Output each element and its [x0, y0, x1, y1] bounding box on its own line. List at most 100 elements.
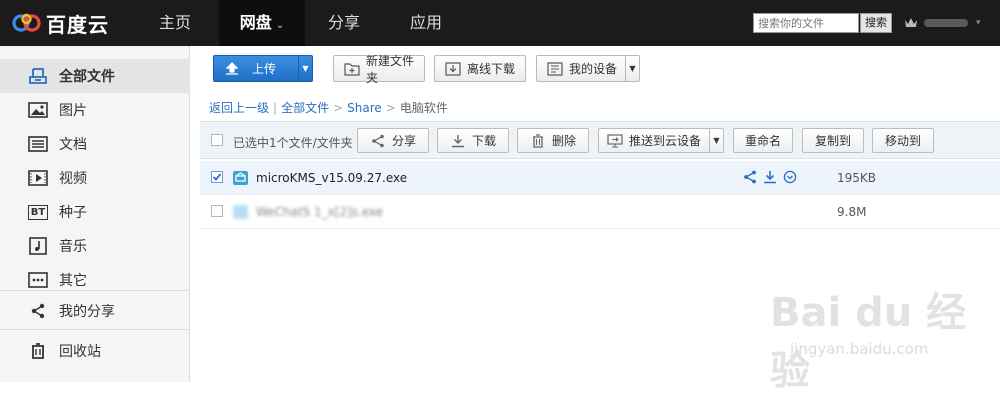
file-row[interactable]: microKMS_v15.09.27.exe 195KB: [200, 161, 1000, 195]
sidebar-item-label: 我的分享: [59, 304, 115, 320]
nav-share[interactable]: 分享: [312, 0, 376, 46]
trash-icon: [27, 341, 49, 361]
more-options-icon[interactable]: [783, 170, 797, 184]
exe-file-icon: [233, 205, 248, 219]
check-icon: [212, 173, 222, 181]
breadcrumb-back-link[interactable]: 返回上一级: [209, 101, 269, 115]
share-icon[interactable]: [743, 170, 757, 184]
file-size: 9.8M: [837, 205, 867, 219]
delete-label: 删除: [551, 134, 576, 148]
device-icon: [547, 61, 563, 76]
sidebar-item-label: 其它: [59, 273, 87, 289]
push-dropdown-icon[interactable]: ▼: [709, 129, 723, 152]
push-to-device-label: 推送到云设备: [628, 134, 701, 148]
nav-home[interactable]: 主页: [143, 0, 207, 46]
baidu-cloud-logo[interactable]: 百度云: [10, 9, 109, 37]
offline-download-icon: [445, 61, 461, 76]
sidebar-item-music[interactable]: 音乐: [0, 229, 190, 263]
sidebar-item-label: 种子: [59, 205, 87, 221]
sidebar-item-other[interactable]: 其它: [0, 263, 190, 297]
nav-home-label: 主页: [158, 13, 191, 32]
new-folder-icon: [344, 62, 360, 76]
file-name[interactable]: microKMS_v15.09.27.exe: [256, 171, 407, 185]
download-button[interactable]: 下载: [437, 128, 509, 153]
row-actions: [743, 170, 797, 184]
copy-to-label: 复制到: [814, 134, 851, 148]
share-icon: [27, 301, 49, 321]
download-icon[interactable]: [763, 170, 777, 184]
move-to-button[interactable]: 移动到: [872, 128, 934, 153]
file-checkbox[interactable]: [211, 171, 223, 183]
sidebar-item-label: 音乐: [59, 239, 87, 255]
sidebar-item-label: 图片: [59, 103, 87, 119]
share-button[interactable]: 分享: [357, 128, 429, 153]
sidebar-item-label: 视频: [59, 171, 87, 187]
sidebar-item-torrents[interactable]: BT 种子: [0, 195, 190, 229]
user-name-blurred: [924, 19, 968, 27]
sidebar-item-recycle-bin[interactable]: 回收站: [0, 334, 190, 368]
upload-label: 上传: [252, 62, 277, 76]
search-input[interactable]: [753, 13, 859, 33]
new-folder-label: 新建文件夹: [366, 53, 415, 85]
exe-file-icon: [233, 171, 248, 185]
upload-button[interactable]: 上传 ▼: [213, 55, 313, 82]
upload-icon: [224, 61, 240, 76]
crown-icon: [905, 18, 917, 27]
sidebar-item-my-shares[interactable]: 我的分享: [0, 294, 190, 328]
rename-button[interactable]: 重命名: [733, 128, 793, 153]
sidebar-item-label: 全部文件: [59, 69, 115, 85]
file-size: 195KB: [837, 171, 877, 185]
file-name[interactable]: WeChatS 1_x[2]s.exe: [256, 205, 383, 219]
file-checkbox[interactable]: [211, 205, 223, 217]
download-icon: [450, 134, 466, 148]
cloud-logo-icon: [12, 13, 41, 32]
nav-apps[interactable]: 应用: [394, 0, 458, 46]
nav-netdisk-label: 网盘: [239, 13, 272, 32]
my-devices-button[interactable]: 我的设备 ▼: [536, 55, 640, 82]
music-icon: [27, 236, 49, 256]
top-navigation-bar: 百度云 主页 网盘⌄ 分享 应用 搜索 ▾: [0, 0, 1000, 46]
breadcrumb-separator: |: [273, 101, 278, 115]
watermark-url: jingyan.baidu.com: [790, 340, 929, 358]
upload-dropdown-icon[interactable]: ▼: [298, 56, 312, 81]
breadcrumb-arrow: >: [385, 101, 396, 115]
document-icon: [27, 134, 49, 154]
sidebar: 全部文件 图片 文档 视频 BT 种子 音乐 其它 我的分享 回收站: [0, 46, 190, 382]
breadcrumb-share-link[interactable]: Share: [347, 101, 382, 115]
nav-netdisk[interactable]: 网盘 ⌄: [219, 0, 305, 46]
user-caret-icon: ▾: [976, 18, 981, 28]
video-icon: [27, 168, 49, 188]
more-icon: [27, 270, 49, 290]
image-icon: [27, 100, 49, 120]
breadcrumb-root-link[interactable]: 全部文件: [281, 101, 329, 115]
user-menu[interactable]: ▾: [904, 13, 981, 33]
sidebar-divider: [0, 329, 190, 330]
devices-dropdown-icon[interactable]: ▼: [625, 56, 639, 81]
sidebar-item-videos[interactable]: 视频: [0, 161, 190, 195]
select-all-checkbox[interactable]: [211, 134, 223, 146]
share-icon: [370, 134, 386, 148]
sidebar-item-label: 回收站: [59, 344, 101, 360]
sidebar-item-label: 文档: [59, 137, 87, 153]
download-label: 下载: [471, 134, 496, 148]
baidu-jingyan-watermark: Bai du 经验 jingyan.baidu.com: [770, 270, 990, 394]
breadcrumb-current: 电脑软件: [399, 101, 448, 115]
search-button[interactable]: 搜索: [860, 13, 892, 33]
bt-icon: BT: [27, 202, 49, 222]
nav-share-label: 分享: [327, 13, 360, 32]
sidebar-item-documents[interactable]: 文档: [0, 127, 190, 161]
copy-to-button[interactable]: 复制到: [802, 128, 864, 153]
sidebar-divider: [0, 290, 190, 291]
delete-button[interactable]: 删除: [517, 128, 589, 153]
nav-apps-label: 应用: [409, 13, 442, 32]
cloud-files-icon: [27, 66, 49, 86]
sidebar-item-all-files[interactable]: 全部文件: [0, 59, 190, 93]
file-row[interactable]: WeChatS 1_x[2]s.exe 9.8M: [200, 195, 1000, 229]
sidebar-item-images[interactable]: 图片: [0, 93, 190, 127]
trash-icon: [530, 133, 546, 148]
push-to-device-button[interactable]: 推送到云设备 ▼: [598, 128, 724, 153]
breadcrumb: 返回上一级 | 全部文件 > Share > 电脑软件: [209, 99, 448, 116]
new-folder-button[interactable]: 新建文件夹: [333, 54, 425, 85]
offline-download-label: 离线下载: [467, 62, 516, 76]
offline-download-button[interactable]: 离线下载: [434, 55, 526, 82]
